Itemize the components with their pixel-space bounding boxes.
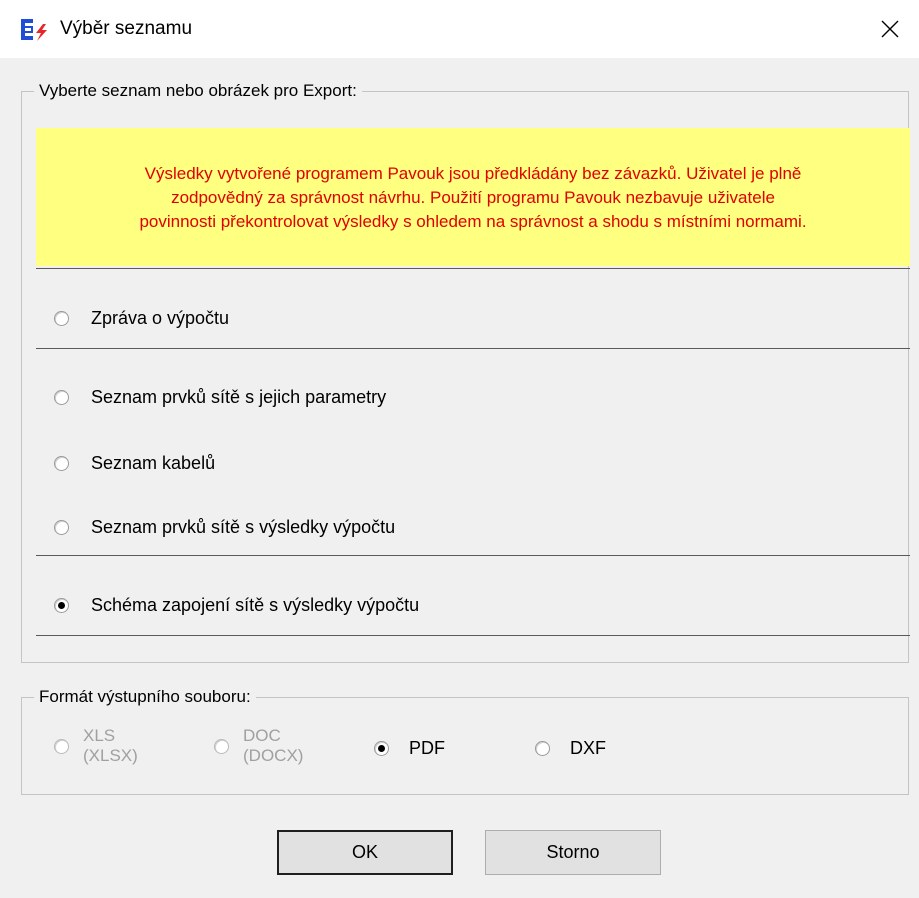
radio-circle-disabled[interactable] xyxy=(54,738,69,754)
radio-schema-zapojeni[interactable]: Schéma zapojení sítě s výsledky výpočtu xyxy=(54,595,419,616)
radio-label: Seznam prvků sítě s jejich parametry xyxy=(91,387,387,407)
radio-format-dxf[interactable]: DXF xyxy=(535,738,606,759)
format-xls-line2: (XLSX) xyxy=(83,746,138,765)
ok-button[interactable]: OK xyxy=(277,830,453,875)
radio-label: XLS (XLSX) xyxy=(83,726,138,766)
radio-circle[interactable] xyxy=(54,456,69,471)
radio-circle[interactable] xyxy=(54,390,69,405)
close-button[interactable] xyxy=(861,0,919,58)
disclaimer-line: zodpovědný za správnost návrhu. Použití … xyxy=(171,188,775,207)
radio-label: Seznam prvků sítě s výsledky výpočtu xyxy=(91,517,396,537)
list-group-legend: Vyberte seznam nebo obrázek pro Export: xyxy=(34,80,362,102)
radio-zprava-o-vypoctu[interactable]: Zpráva o výpočtu xyxy=(54,308,229,329)
close-icon xyxy=(881,20,899,38)
app-logo-icon xyxy=(21,19,47,41)
divider xyxy=(36,268,910,269)
format-doc-line2: (DOCX) xyxy=(243,746,304,765)
radio-seznam-prvku-parametry[interactable]: Seznam prvků sítě s jejich parametry xyxy=(54,387,386,408)
disclaimer-box: Výsledky vytvořené programem Pavouk jsou… xyxy=(36,128,910,266)
divider xyxy=(36,635,910,636)
format-group-legend: Formát výstupního souboru: xyxy=(34,686,256,708)
radio-circle-selected[interactable] xyxy=(374,741,389,756)
radio-label: PDF xyxy=(409,738,445,758)
radio-circle[interactable] xyxy=(54,520,69,535)
format-groupbox: Formát výstupního souboru: XLS (XLSX) DO… xyxy=(21,686,909,795)
radio-label: DOC (DOCX) xyxy=(243,726,303,766)
disclaimer-line: Výsledky vytvořené programem Pavouk jsou… xyxy=(144,164,802,183)
window-title: Výběr seznamu xyxy=(60,18,193,39)
list-groupbox: Vyberte seznam nebo obrázek pro Export: … xyxy=(21,80,910,663)
radio-seznam-kabelu[interactable]: Seznam kabelů xyxy=(54,453,215,474)
radio-seznam-prvku-vysledky[interactable]: Seznam prvků sítě s výsledky výpočtu xyxy=(54,517,395,538)
divider xyxy=(36,555,910,556)
radio-format-doc[interactable]: DOC (DOCX) xyxy=(214,726,303,766)
title-bar: Výběr seznamu xyxy=(0,0,919,58)
radio-circle[interactable] xyxy=(54,311,69,326)
format-xls-line1: XLS xyxy=(83,726,116,745)
radio-format-pdf[interactable]: PDF xyxy=(374,738,445,759)
radio-label: Schéma zapojení sítě s výsledky výpočtu xyxy=(91,595,420,615)
radio-circle[interactable] xyxy=(535,741,550,756)
radio-label: Seznam kabelů xyxy=(91,453,216,473)
radio-format-xls[interactable]: XLS (XLSX) xyxy=(54,726,138,766)
radio-label: DXF xyxy=(570,738,606,758)
format-doc-line1: DOC xyxy=(243,726,281,745)
radio-circle-selected[interactable] xyxy=(54,598,69,613)
divider xyxy=(36,348,910,349)
disclaimer-line: povinnosti překontrolovat výsledky s ohl… xyxy=(139,212,807,231)
radio-circle-disabled[interactable] xyxy=(214,738,229,754)
radio-label: Zpráva o výpočtu xyxy=(91,308,230,328)
cancel-button[interactable]: Storno xyxy=(485,830,661,875)
